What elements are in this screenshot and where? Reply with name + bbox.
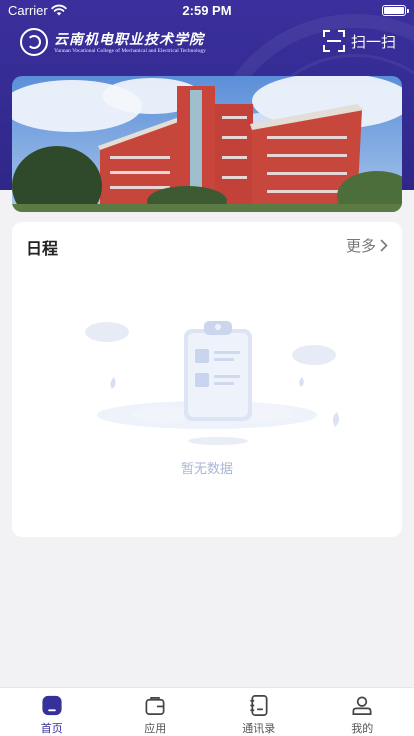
tab-contacts[interactable]: 通讯录 [207, 688, 311, 736]
more-label: 更多 [345, 237, 376, 255]
school-name-en: Yunnan Vocational College of Mechanical … [54, 48, 206, 54]
bottom-tab-bar: 首页 应用 通讯录 我的 [0, 687, 414, 736]
contacts-book-icon [250, 695, 268, 716]
scan-label: 扫一扫 [350, 32, 396, 51]
chevron-right-icon [380, 239, 388, 252]
empty-clipboard-illustration [85, 321, 340, 445]
user-icon [352, 696, 372, 715]
empty-state-text: 暂无数据 [180, 462, 233, 477]
tab-label: 首页 [40, 722, 63, 735]
status-bar: Carrier 2:59 PM [0, 0, 414, 22]
schedule-title: 日程 [26, 239, 59, 258]
school-logo-emblem [20, 28, 48, 56]
schedule-card: 日程 更多 暂无数据 [12, 222, 402, 537]
tab-home[interactable]: 首页 [0, 688, 104, 736]
tab-label: 我的 [351, 722, 374, 735]
tab-label: 通讯录 [242, 722, 276, 735]
home-icon [42, 695, 62, 716]
campus-banner-image[interactable] [12, 76, 402, 212]
scan-icon [322, 30, 345, 52]
tab-label: 应用 [144, 722, 167, 735]
status-time: 2:59 PM [182, 3, 232, 18]
scan-button[interactable]: 扫一扫 [322, 28, 396, 54]
briefcase-icon [145, 696, 165, 715]
battery-icon [382, 5, 409, 16]
schedule-more-link[interactable]: 更多 [346, 235, 388, 256]
school-name-cn: 云南机电职业技术学院 [54, 32, 204, 48]
tab-apps[interactable]: 应用 [104, 688, 208, 736]
tab-profile[interactable]: 我的 [311, 688, 414, 736]
